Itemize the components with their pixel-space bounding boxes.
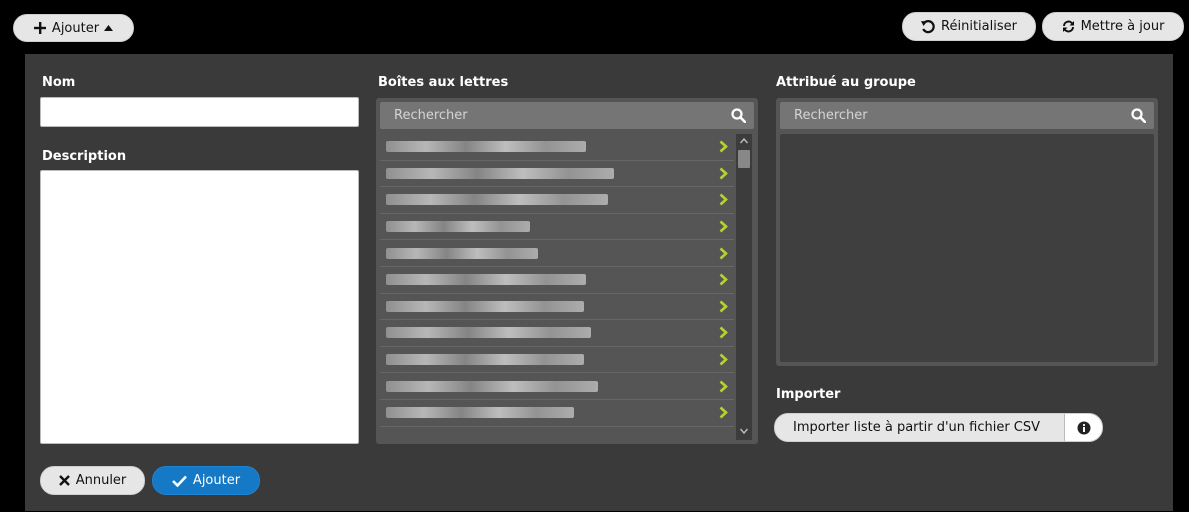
mailbox-list-item[interactable] (380, 373, 734, 400)
chevron-right-icon[interactable] (719, 273, 728, 286)
scroll-down-icon[interactable] (739, 426, 749, 436)
submit-add-button[interactable]: Ajouter (152, 466, 260, 495)
update-label: Mettre à jour (1080, 19, 1165, 34)
search-icon[interactable] (1126, 108, 1150, 123)
mailbox-list-item[interactable] (380, 400, 734, 427)
caret-up-icon (104, 25, 114, 31)
chevron-right-icon[interactable] (719, 300, 728, 313)
refresh-icon (1062, 20, 1075, 33)
update-button[interactable]: Mettre à jour (1042, 12, 1184, 41)
chevron-right-icon[interactable] (719, 167, 728, 180)
mailbox-address-redacted (386, 141, 586, 153)
undo-icon (921, 19, 935, 34)
cancel-button[interactable]: Annuler (40, 466, 145, 495)
name-label: Nom (42, 75, 76, 90)
chevron-right-icon[interactable] (719, 247, 728, 260)
mailboxes-search (380, 102, 754, 129)
group-listbox (776, 98, 1158, 366)
group-search-input[interactable] (780, 108, 1126, 123)
mailbox-list-item[interactable] (380, 161, 734, 188)
cancel-label: Annuler (75, 473, 127, 488)
add-dropdown-button[interactable]: Ajouter (13, 14, 134, 42)
mailboxes-listbox (376, 98, 758, 444)
mailbox-address-redacted (386, 194, 608, 206)
mailbox-address-redacted (386, 274, 586, 286)
mailbox-list-item[interactable] (380, 320, 734, 347)
submit-add-label: Ajouter (192, 473, 241, 488)
description-label: Description (42, 149, 127, 164)
mailboxes-list (380, 134, 734, 440)
chevron-right-icon[interactable] (719, 220, 728, 233)
chevron-right-icon[interactable] (719, 380, 728, 393)
import-csv-label: Importer liste à partir d'un fichier CSV (793, 420, 1041, 435)
name-input[interactable] (40, 97, 359, 127)
mailbox-address-redacted (386, 327, 591, 339)
reset-button[interactable]: Réinitialiser (902, 12, 1036, 41)
group-search (780, 102, 1154, 129)
mailbox-list-item[interactable] (380, 347, 734, 374)
mailbox-address-redacted (386, 354, 584, 366)
mailbox-list-item[interactable] (380, 294, 734, 321)
mailboxes-search-input[interactable] (380, 108, 726, 123)
x-icon (58, 475, 70, 486)
chevron-right-icon[interactable] (719, 326, 728, 339)
check-icon (172, 475, 187, 487)
scrollbar-thumb[interactable] (738, 150, 750, 168)
info-icon[interactable] (1065, 414, 1102, 441)
mailbox-list-item[interactable] (380, 267, 734, 294)
chevron-right-icon[interactable] (719, 406, 728, 419)
mailbox-address-redacted (386, 221, 530, 233)
scroll-up-icon[interactable] (739, 136, 749, 146)
mailboxes-scrollbar[interactable] (736, 134, 752, 440)
mailbox-address-redacted (386, 167, 614, 179)
mailboxes-label: Boîtes aux lettres (378, 75, 509, 90)
mailbox-list-item[interactable] (380, 187, 734, 214)
chevron-right-icon[interactable] (719, 193, 728, 206)
chevron-right-icon[interactable] (719, 140, 728, 153)
mailbox-address-redacted (386, 247, 538, 259)
description-textarea[interactable] (40, 170, 359, 444)
group-label: Attribué au groupe (776, 75, 916, 90)
mailbox-address-redacted (386, 380, 598, 392)
search-icon[interactable] (726, 108, 750, 123)
chevron-right-icon[interactable] (719, 353, 728, 366)
plus-icon (33, 22, 46, 34)
mailbox-list-item[interactable] (380, 134, 734, 161)
mailbox-list-item[interactable] (380, 240, 734, 267)
add-dropdown-label: Ajouter (51, 20, 100, 36)
group-list-empty (780, 134, 1154, 362)
import-label: Importer (776, 387, 841, 402)
reset-label: Réinitialiser (941, 19, 1017, 34)
mailbox-address-redacted (386, 407, 574, 419)
mailbox-list-item[interactable] (380, 214, 734, 241)
import-csv-button[interactable]: Importer liste à partir d'un fichier CSV (774, 413, 1103, 442)
mailbox-address-redacted (386, 300, 584, 312)
